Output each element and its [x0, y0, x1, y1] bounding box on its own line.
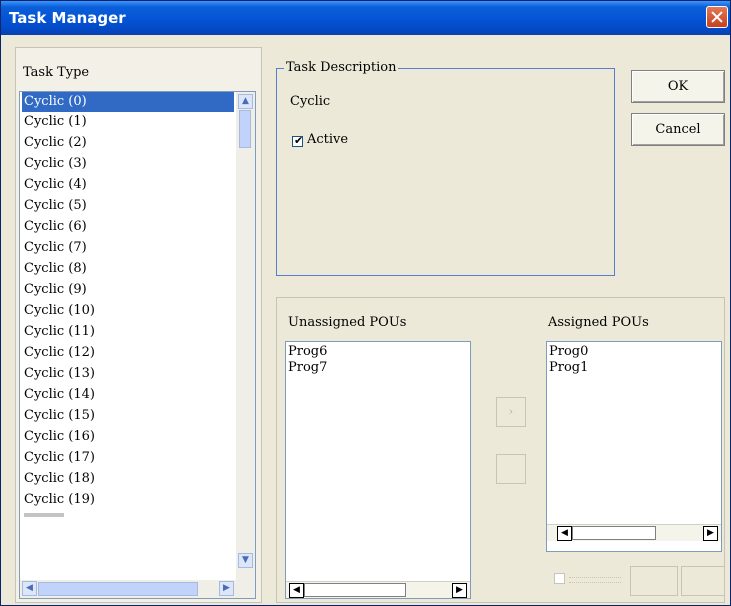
task-item-cyclic-14[interactable]: Cyclic (14)	[22, 385, 234, 405]
task-list-hthumb[interactable]	[38, 582, 198, 596]
task-type-label: Task Type	[23, 65, 90, 80]
assigned-hscrollbar[interactable]: ◀ ▶	[547, 524, 721, 541]
title-bar[interactable]: Task Manager	[1, 1, 730, 35]
task-item-cyclic-6[interactable]: Cyclic (6)	[22, 217, 234, 237]
task-list-vthumb[interactable]	[239, 110, 251, 148]
active-checkbox[interactable]: ✔	[292, 134, 304, 147]
task-item-cyclic-3[interactable]: Cyclic (3)	[22, 154, 234, 174]
task-list-vscrollbar[interactable]: ▲ ▼	[236, 92, 255, 580]
task-item-cyclic-7[interactable]: Cyclic (7)	[22, 238, 234, 258]
task-item-cyclic-11[interactable]: Cyclic (11)	[22, 322, 234, 342]
assigned-pous-list[interactable]: Prog0 Prog1 ◀ ▶	[546, 341, 722, 552]
scroll-right-icon[interactable]: ▶	[703, 526, 718, 541]
task-type-list[interactable]: Cyclic (0) Cyclic (1) Cyclic (2) Cyclic …	[19, 91, 256, 599]
unassigned-hscrollbar[interactable]: ◀ ▶	[286, 581, 470, 598]
scroll-left-icon[interactable]: ◀	[557, 526, 572, 541]
scroll-right-icon[interactable]: ▶	[452, 583, 467, 598]
window-title: Task Manager	[9, 9, 126, 27]
disabled-option-label	[569, 577, 621, 583]
task-item-cyclic-13[interactable]: Cyclic (13)	[22, 364, 234, 384]
task-item-cyclic-4[interactable]: Cyclic (4)	[22, 175, 234, 195]
disabled-button-2[interactable]	[681, 566, 725, 596]
task-item-cyclic-19[interactable]: Cyclic (19)	[22, 490, 234, 510]
task-item-cyclic-1[interactable]: Cyclic (1)	[22, 112, 234, 132]
task-item-cyclic-9[interactable]: Cyclic (9)	[22, 280, 234, 300]
task-item-cyclic-17[interactable]: Cyclic (17)	[22, 448, 234, 468]
list-item[interactable]: Prog7	[288, 360, 327, 376]
list-item[interactable]: Prog0	[549, 344, 588, 360]
scroll-right-icon[interactable]: ▶	[219, 581, 234, 596]
pou-option-checkbox[interactable]	[554, 573, 565, 584]
scroll-up-icon[interactable]: ▲	[238, 94, 253, 109]
task-item-cyclic-12[interactable]: Cyclic (12)	[22, 343, 234, 363]
assigned-hthumb[interactable]	[572, 526, 656, 540]
checkmark-icon: ✔	[294, 134, 304, 147]
active-label: Active	[307, 132, 349, 147]
task-item-partial	[24, 513, 64, 517]
list-item[interactable]: Prog1	[549, 360, 588, 376]
cancel-button[interactable]: Cancel	[631, 113, 725, 146]
unassigned-pous-label: Unassigned POUs	[288, 315, 407, 330]
scroll-down-icon[interactable]: ▼	[238, 553, 253, 568]
ok-button[interactable]: OK	[631, 70, 725, 103]
disabled-button-1[interactable]	[630, 566, 678, 596]
task-type-text: Cyclic	[290, 94, 331, 109]
list-item[interactable]: Prog6	[288, 344, 327, 360]
move-left-button[interactable]	[496, 454, 526, 484]
task-item-cyclic-16[interactable]: Cyclic (16)	[22, 427, 234, 447]
move-right-button[interactable]: ›	[496, 397, 526, 427]
task-item-cyclic-15[interactable]: Cyclic (15)	[22, 406, 234, 426]
unassigned-pous-list[interactable]: Prog6 Prog7 ◀ ▶	[285, 341, 471, 599]
unassigned-hthumb[interactable]	[304, 583, 406, 597]
assigned-pous-label: Assigned POUs	[548, 315, 649, 330]
close-icon[interactable]	[706, 6, 728, 28]
task-item-cyclic-5[interactable]: Cyclic (5)	[22, 196, 234, 216]
task-list-hscrollbar[interactable]: ◀ ▶	[20, 580, 255, 598]
arrow-right-icon: ›	[508, 405, 514, 418]
scroll-left-icon[interactable]: ◀	[22, 581, 37, 596]
task-item-cyclic-18[interactable]: Cyclic (18)	[22, 469, 234, 489]
task-item-cyclic-0[interactable]: Cyclic (0)	[22, 92, 234, 112]
scroll-left-icon[interactable]: ◀	[289, 583, 304, 598]
task-item-cyclic-10[interactable]: Cyclic (10)	[22, 301, 234, 321]
task-manager-window: Task Manager Task Type Cyclic (0) Cyclic…	[0, 0, 731, 606]
task-item-cyclic-2[interactable]: Cyclic (2)	[22, 133, 234, 153]
task-description-legend: Task Description	[284, 60, 399, 75]
task-item-cyclic-8[interactable]: Cyclic (8)	[22, 259, 234, 279]
